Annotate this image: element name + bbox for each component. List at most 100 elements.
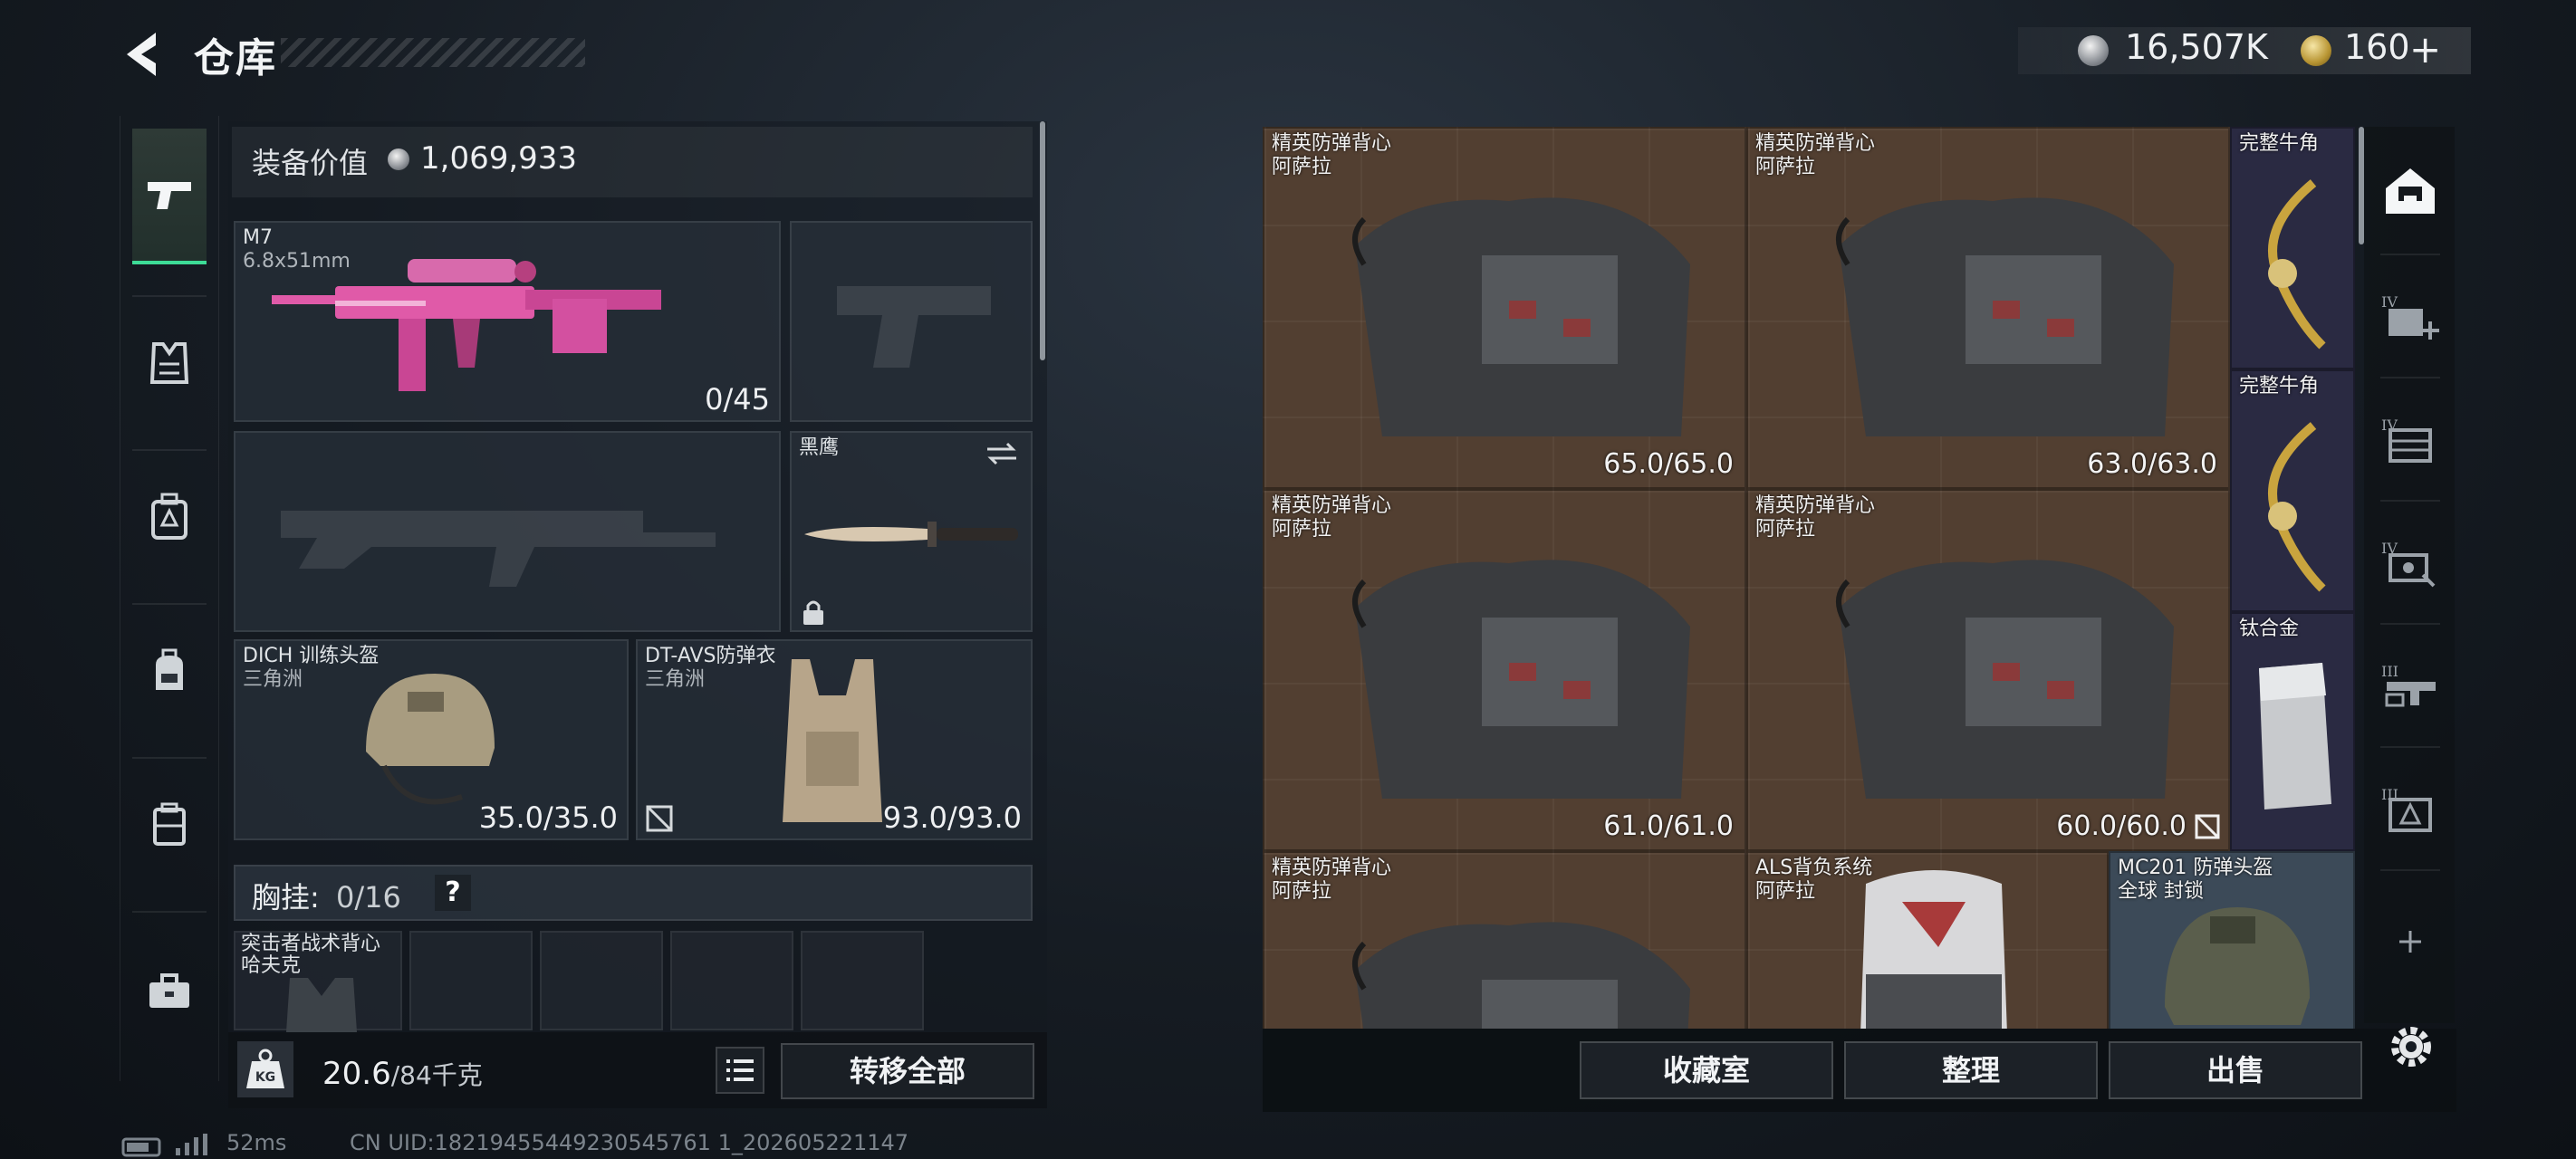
no-repair-icon xyxy=(2195,814,2220,839)
armor-durability: 93.0/93.0 xyxy=(882,800,1022,835)
chest-rig-count: 0/16 xyxy=(335,880,401,915)
category-tab-weapons[interactable] xyxy=(132,129,207,264)
category-tab-container[interactable] xyxy=(132,757,207,893)
gold-currency-value: 160 xyxy=(2344,27,2410,67)
side-tab-armory[interactable]: III xyxy=(2368,625,2453,742)
rig-slot[interactable] xyxy=(540,931,663,1030)
rig-slot[interactable] xyxy=(801,931,924,1030)
rig-slot[interactable] xyxy=(409,931,533,1030)
toolbox-icon xyxy=(149,973,189,1008)
primary-weapon-slot[interactable]: M7 6.8x51mm 0/45 xyxy=(234,221,781,422)
side-divider xyxy=(2380,869,2440,871)
no-repair-icon xyxy=(646,805,673,832)
equipment-value-label: 装备价值 xyxy=(252,146,369,180)
armor-name: DT-AVS防弹衣 xyxy=(645,645,776,667)
page-title: 仓库 xyxy=(194,35,277,81)
item-name: 完整牛角 xyxy=(2239,375,2320,398)
storage-item[interactable]: 完整牛角 xyxy=(2230,127,2355,369)
storage-item[interactable]: 精英防弹背心 阿萨拉 65.0/65.0 xyxy=(1263,127,1746,489)
category-tab-armor[interactable] xyxy=(132,295,207,431)
rig-slot[interactable] xyxy=(670,931,793,1030)
vest-icon xyxy=(286,978,357,1032)
svg-text:III: III xyxy=(2381,663,2398,680)
storage-icon: IV xyxy=(2381,417,2432,463)
list-icon xyxy=(726,1059,754,1081)
user-uid: CN UID:18219455449230545761 1_2026052211… xyxy=(350,1130,909,1155)
add-currency-button[interactable]: + xyxy=(2409,27,2441,72)
transfer-all-button[interactable]: 转移全部 xyxy=(781,1043,1034,1099)
storage-item[interactable]: 精英防弹背心 阿萨拉 60.0/60.0 xyxy=(1746,489,2230,851)
melee-name: 黑鹰 xyxy=(799,436,840,459)
workbench-icon: IV xyxy=(2381,540,2436,588)
weight-icon: KG xyxy=(237,1041,293,1097)
vest-icon xyxy=(1352,560,1690,799)
melee-slot[interactable]: 黑鹰 xyxy=(790,431,1033,632)
helmet-slot[interactable]: DICH 训练头盔 三角洲 35.0/35.0 xyxy=(234,639,629,840)
category-tab-medical[interactable] xyxy=(132,449,207,585)
chest-rig-item-slot[interactable]: 突击者战术背心 哈夫克 xyxy=(234,931,402,1032)
vest-icon xyxy=(1836,197,2174,436)
storage-grid: 精英防弹背心 阿萨拉 65.0/65.0 精英防弹背心 阿萨拉 63.0/63.0 … xyxy=(1263,127,2355,1029)
item-name: 钛合金 xyxy=(2239,618,2300,640)
add-storage-button[interactable] xyxy=(2368,905,2453,978)
category-divider xyxy=(132,911,207,913)
pistol-icon xyxy=(148,182,191,209)
side-tab-workbench[interactable]: IV xyxy=(2368,502,2453,619)
side-tab-medical[interactable]: IV xyxy=(2368,255,2453,373)
side-tab-facility[interactable]: III xyxy=(2368,748,2453,866)
storage-item[interactable]: ALS背负系统 阿萨拉 xyxy=(1746,851,2109,1029)
facility-icon: III xyxy=(2381,786,2432,832)
storage-item[interactable]: 完整牛角 xyxy=(2230,369,2355,612)
helmet-icon xyxy=(2165,907,2310,1025)
silver-coin-icon xyxy=(2078,35,2109,66)
loadout-scrollbar[interactable] xyxy=(1040,121,1045,360)
carry-weight-current: 20.6 xyxy=(322,1056,391,1092)
item-durability: 63.0/63.0 xyxy=(2087,448,2217,480)
pistol-silhouette-icon xyxy=(837,286,991,368)
chest-rig-capacity: 胸挂: 0/16 xyxy=(252,875,401,916)
vest-icon xyxy=(1836,560,2174,799)
category-tab-backpack[interactable] xyxy=(132,603,207,739)
svg-text:IV: IV xyxy=(2381,293,2398,311)
battery-signal-icon xyxy=(121,1134,207,1157)
horn-icon xyxy=(2268,422,2326,592)
help-icon[interactable]: ? xyxy=(435,875,471,911)
add-icon xyxy=(2399,931,2421,953)
item-name: 完整牛角 xyxy=(2239,132,2320,155)
swap-icon[interactable] xyxy=(984,440,1020,467)
rifle-icon xyxy=(272,259,661,391)
storage-item[interactable]: 精英防弹背心 阿萨拉 xyxy=(1263,851,1746,1029)
storage-item[interactable]: 精英防弹背心 阿萨拉 63.0/63.0 xyxy=(1746,127,2230,489)
side-tab-main-storage[interactable] xyxy=(2368,132,2453,250)
armor-vest-icon xyxy=(149,342,189,384)
side-tab-storage[interactable]: IV xyxy=(2368,378,2453,496)
storage-scrollbar[interactable] xyxy=(2359,127,2364,244)
title-decoration xyxy=(281,38,585,67)
list-view-button[interactable] xyxy=(716,1047,764,1094)
settings-gear-icon[interactable] xyxy=(2386,1021,2437,1072)
collection-room-button[interactable]: 收藏室 xyxy=(1580,1041,1833,1099)
silver-currency-value: 16,507K xyxy=(2125,27,2268,67)
item-name: 精英防弹背心 阿萨拉 xyxy=(1272,132,1392,178)
sidearm-slot[interactable] xyxy=(790,221,1033,422)
sell-button[interactable]: 出售 xyxy=(2109,1041,2362,1099)
chest-rig-label: 胸挂: xyxy=(252,880,320,915)
storage-item[interactable]: MC201 防弹头盔 全球 封锁 xyxy=(2109,851,2355,1029)
secondary-weapon-slot[interactable] xyxy=(234,431,781,632)
armor-origin: 三角洲 xyxy=(645,668,706,691)
armor-slot[interactable]: DT-AVS防弹衣 三角洲 93.0/93.0 xyxy=(636,639,1033,840)
back-arrow-icon[interactable] xyxy=(120,27,165,81)
sort-button[interactable]: 整理 xyxy=(1844,1041,2098,1099)
helmet-icon xyxy=(366,674,495,805)
storage-item[interactable]: 精英防弹背心 阿萨拉 61.0/61.0 xyxy=(1263,489,1746,851)
backpack-icon xyxy=(1860,870,2007,1029)
helmet-origin: 三角洲 xyxy=(243,668,303,691)
medical-add-icon: IV xyxy=(2381,293,2439,340)
ping-readout: 52ms xyxy=(226,1130,287,1155)
item-durability: 61.0/61.0 xyxy=(1603,810,1734,842)
category-tab-tools[interactable] xyxy=(132,924,207,1059)
rig-item-name: 突击者战术背心 xyxy=(241,933,381,955)
storage-item[interactable]: 钛合金 xyxy=(2230,612,2355,851)
item-durability: 60.0/60.0 xyxy=(2056,810,2187,842)
gold-coin-icon xyxy=(2301,35,2331,66)
